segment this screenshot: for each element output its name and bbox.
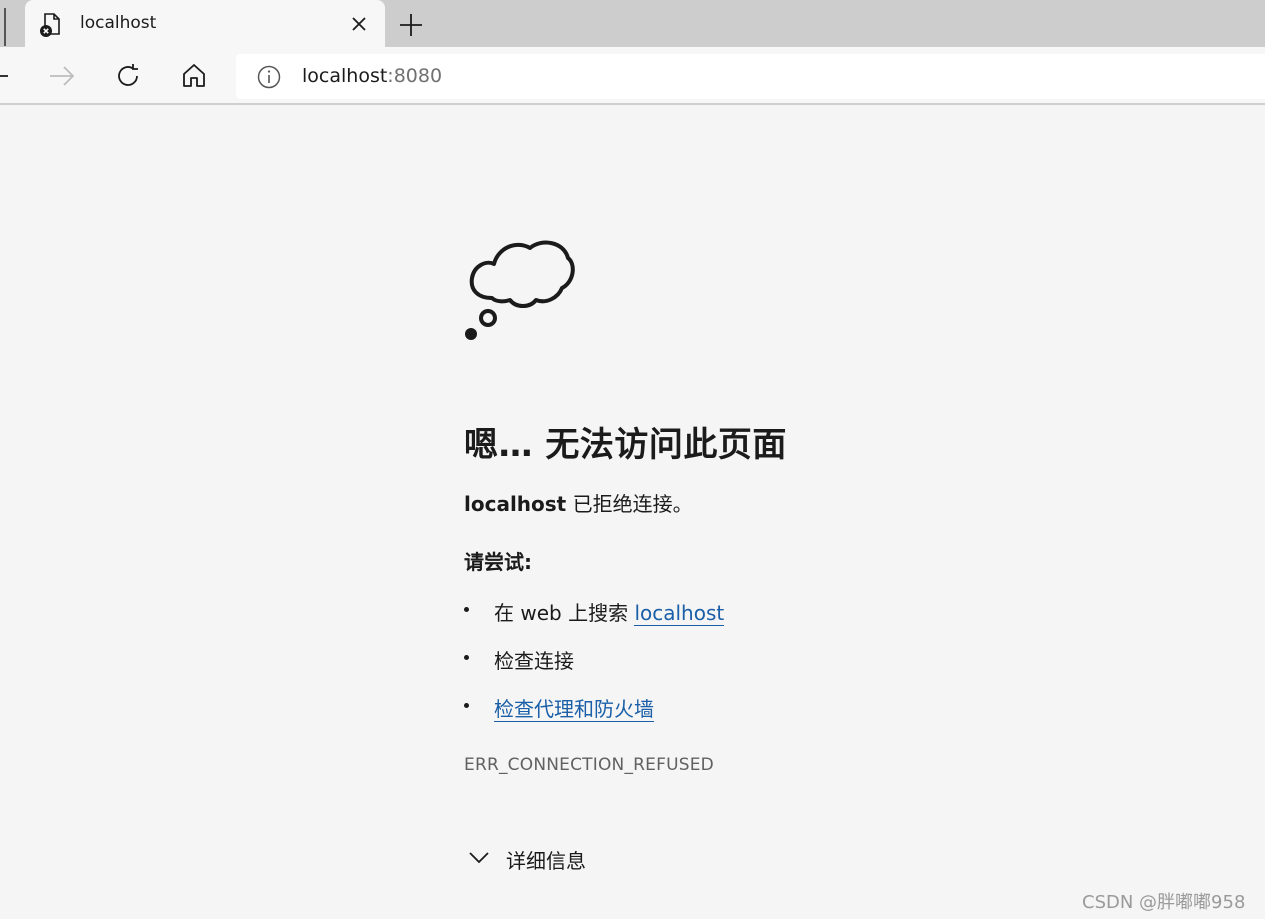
- check-connection-text: 检查连接: [494, 649, 574, 673]
- address-bar[interactable]: localhost:8080: [236, 54, 1265, 99]
- error-heading: 嗯… 无法访问此页面: [464, 425, 787, 465]
- bullet: [464, 703, 469, 708]
- new-tab-plus-icon[interactable]: [398, 12, 424, 38]
- refused-host: localhost: [464, 492, 567, 516]
- error-code: ERR_CONNECTION_REFUSED: [464, 755, 714, 775]
- url-host: localhost: [302, 65, 388, 87]
- details-label: 详细信息: [506, 849, 586, 873]
- info-icon[interactable]: [256, 64, 282, 90]
- tab-title: localhost: [80, 13, 157, 33]
- forward-arrow-icon[interactable]: [47, 61, 77, 91]
- browser-toolbar: localhost:8080: [0, 47, 1265, 105]
- bullet: [464, 607, 469, 612]
- refused-text: 已拒绝连接。: [566, 492, 693, 516]
- url-port: :8080: [387, 65, 443, 87]
- refresh-icon[interactable]: [113, 61, 143, 91]
- url-text[interactable]: localhost:8080: [302, 65, 442, 87]
- previous-tab-edge[interactable]: [0, 8, 6, 46]
- tab-strip: localhost: [0, 0, 1265, 48]
- suggestion-text: 在 web 上搜索: [494, 601, 635, 625]
- back-arrow-icon[interactable]: [0, 75, 8, 77]
- check-proxy-firewall-link[interactable]: 检查代理和防火墙: [494, 697, 654, 722]
- chevron-down-icon: [469, 852, 489, 864]
- search-localhost-link[interactable]: localhost: [634, 601, 725, 626]
- home-icon[interactable]: [179, 61, 209, 91]
- try-label: 请尝试:: [464, 550, 532, 574]
- refused-message: localhost 已拒绝连接。: [464, 488, 693, 517]
- broken-page-icon: [40, 13, 60, 37]
- bullet: [464, 655, 469, 660]
- watermark: CSDN @胖嘟嘟958: [1082, 892, 1246, 913]
- close-tab-icon[interactable]: [349, 14, 369, 34]
- active-tab[interactable]: localhost: [25, 0, 385, 48]
- thought-cloud-icon: [465, 240, 575, 340]
